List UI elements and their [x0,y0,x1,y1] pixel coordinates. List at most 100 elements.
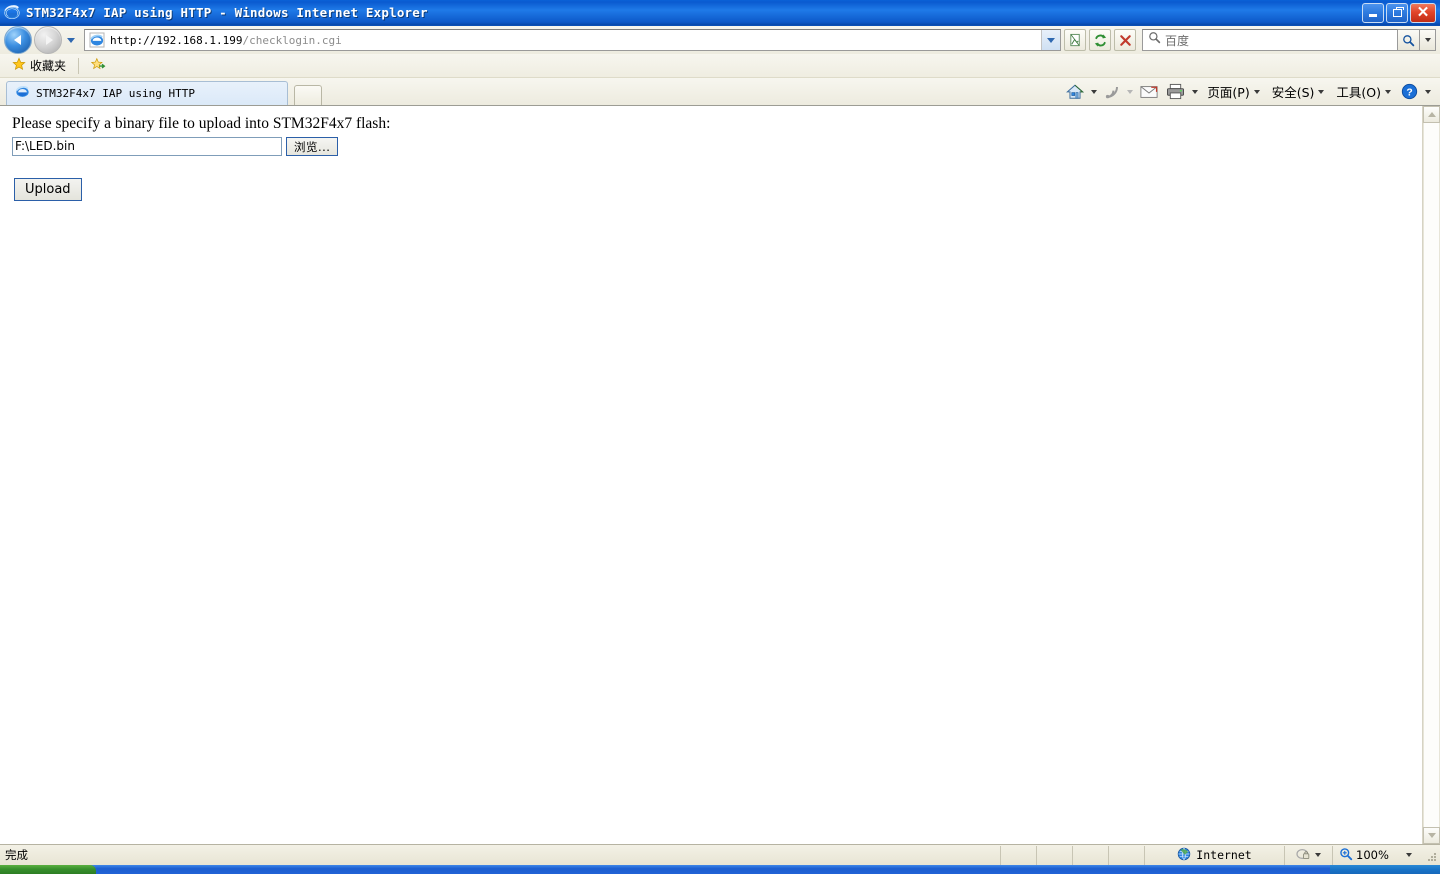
chevron-down-icon [1253,89,1260,94]
toolbar-separator [78,57,80,74]
scrollbar-track[interactable] [1423,123,1440,827]
status-segment [1072,845,1108,865]
read-mail-button[interactable] [1136,80,1162,104]
restore-icon [1392,6,1404,17]
title-bar: STM32F4x7 IAP using HTTP - Windows Inter… [0,0,1440,26]
add-to-favorites-bar-button[interactable] [87,56,110,75]
home-button[interactable] [1062,80,1088,104]
minimize-button[interactable] [1362,2,1384,23]
search-input[interactable]: 百度 [1142,29,1398,51]
menu-safety-label: 安全(S) [1271,85,1315,100]
chevron-down-icon [1127,89,1134,94]
history-dropdown-button[interactable] [64,27,78,53]
close-icon: ✕ [1416,4,1430,21]
file-path-input[interactable]: F:\LED.bin [12,137,282,156]
address-url-host: http://192.168.1.199 [110,33,243,47]
scroll-down-button[interactable] [1423,827,1440,844]
menu-page[interactable]: 页面(P) [1201,80,1265,104]
chevron-down-icon[interactable] [1405,853,1412,857]
window-controls: ✕ [1362,2,1438,23]
close-button[interactable]: ✕ [1410,2,1436,23]
address-input[interactable]: http://192.168.1.199/checklogin.cgi [84,29,1061,51]
menu-tools[interactable]: 工具(O) [1330,80,1397,104]
print-dropdown-button[interactable] [1189,80,1201,104]
refresh-button[interactable] [1089,29,1111,51]
zoom-level: 100% [1356,848,1389,862]
chevron-down-icon [1091,89,1098,94]
help-button[interactable]: ? [1397,80,1422,104]
globe-icon [1177,847,1191,864]
address-bar-row: http://192.168.1.199/checklogin.cgi 百度 [0,26,1440,54]
menu-page-label: 页面(P) [1207,85,1250,100]
browse-button[interactable]: 浏览... [286,137,339,156]
back-button[interactable] [4,26,32,54]
tab-bar: STM32F4x7 IAP using HTTP 页面(P) 安全(S) 工具(… [0,78,1440,105]
page-heading: Please specify a binary file to upload i… [12,115,391,132]
svg-text:?: ? [1406,87,1412,98]
ie-logo-icon [4,4,21,21]
chevron-down-icon [1047,37,1055,43]
chevron-down-icon [1385,89,1391,94]
vertical-scrollbar[interactable] [1422,106,1440,844]
stop-button[interactable] [1114,29,1136,51]
home-dropdown-button[interactable] [1088,80,1100,104]
status-segment [1000,845,1036,865]
status-segment [1036,845,1072,865]
zoom-control[interactable]: 100% [1332,845,1424,865]
chevron-down-icon [1192,89,1199,94]
chevron-down-icon [1315,853,1321,857]
security-zone[interactable]: Internet [1144,845,1284,865]
chevron-down-icon [1425,89,1431,94]
tab-favicon-icon [15,84,30,104]
page-favicon-icon [89,32,105,48]
menu-safety[interactable]: 安全(S) [1266,80,1331,104]
menu-tools-label: 工具(O) [1336,85,1381,100]
zoom-icon [1339,847,1353,864]
address-dropdown-button[interactable] [1041,30,1060,50]
system-tray[interactable] [1330,865,1440,874]
web-page: Please specify a binary file to upload i… [0,106,1422,844]
chevron-down-icon [1424,38,1431,42]
tab-stm32-iap[interactable]: STM32F4x7 IAP using HTTP [6,81,288,105]
browser-window: STM32F4x7 IAP using HTTP - Windows Inter… [0,0,1440,874]
search-go-button[interactable] [1398,29,1420,51]
forward-button[interactable] [34,26,62,54]
status-bar: 完成 Internet 100% [0,844,1440,865]
chevron-down-icon [1427,833,1436,838]
file-upload-row: F:\LED.bin 浏览... [12,137,1422,156]
search-provider-dropdown[interactable] [1420,29,1436,51]
compatibility-view-button[interactable] [1064,29,1086,51]
resize-grip[interactable] [1424,846,1440,865]
feeds-dropdown-button[interactable] [1124,80,1136,104]
chevron-down-icon [1318,89,1325,94]
favorites-bar: 收藏夹 [0,54,1440,78]
window-title: STM32F4x7 IAP using HTTP - Windows Inter… [26,5,428,20]
security-zone-label: Internet [1196,848,1252,862]
print-button[interactable] [1162,80,1189,104]
arrow-right-icon [45,35,53,45]
restore-button[interactable] [1386,2,1408,23]
star-add-icon [90,57,106,74]
favorites-label: 收藏夹 [30,59,67,73]
upload-button[interactable]: Upload [14,178,82,201]
command-bar: 页面(P) 安全(S) 工具(O) ? [1062,78,1440,105]
protected-mode-indicator[interactable] [1284,845,1332,865]
chevron-up-icon [1427,112,1436,117]
chevron-down-icon [67,37,75,43]
start-button[interactable] [0,865,96,874]
scroll-up-button[interactable] [1423,106,1440,123]
new-tab-button[interactable] [294,85,322,105]
address-url-path: /checklogin.cgi [242,33,342,47]
taskbar-items[interactable] [96,865,1330,874]
help-dropdown-button[interactable] [1422,80,1434,104]
search-icon [1148,31,1161,49]
star-icon [12,57,26,74]
status-segment [1108,845,1144,865]
tab-title: STM32F4x7 IAP using HTTP [36,87,195,100]
status-message: 完成 [5,848,28,862]
favorites-center-button[interactable]: 收藏夹 [8,56,70,75]
content-area: Please specify a binary file to upload i… [0,105,1440,844]
feeds-button[interactable] [1100,80,1124,104]
address-url: http://192.168.1.199/checklogin.cgi [110,34,342,47]
os-taskbar [0,865,1440,874]
